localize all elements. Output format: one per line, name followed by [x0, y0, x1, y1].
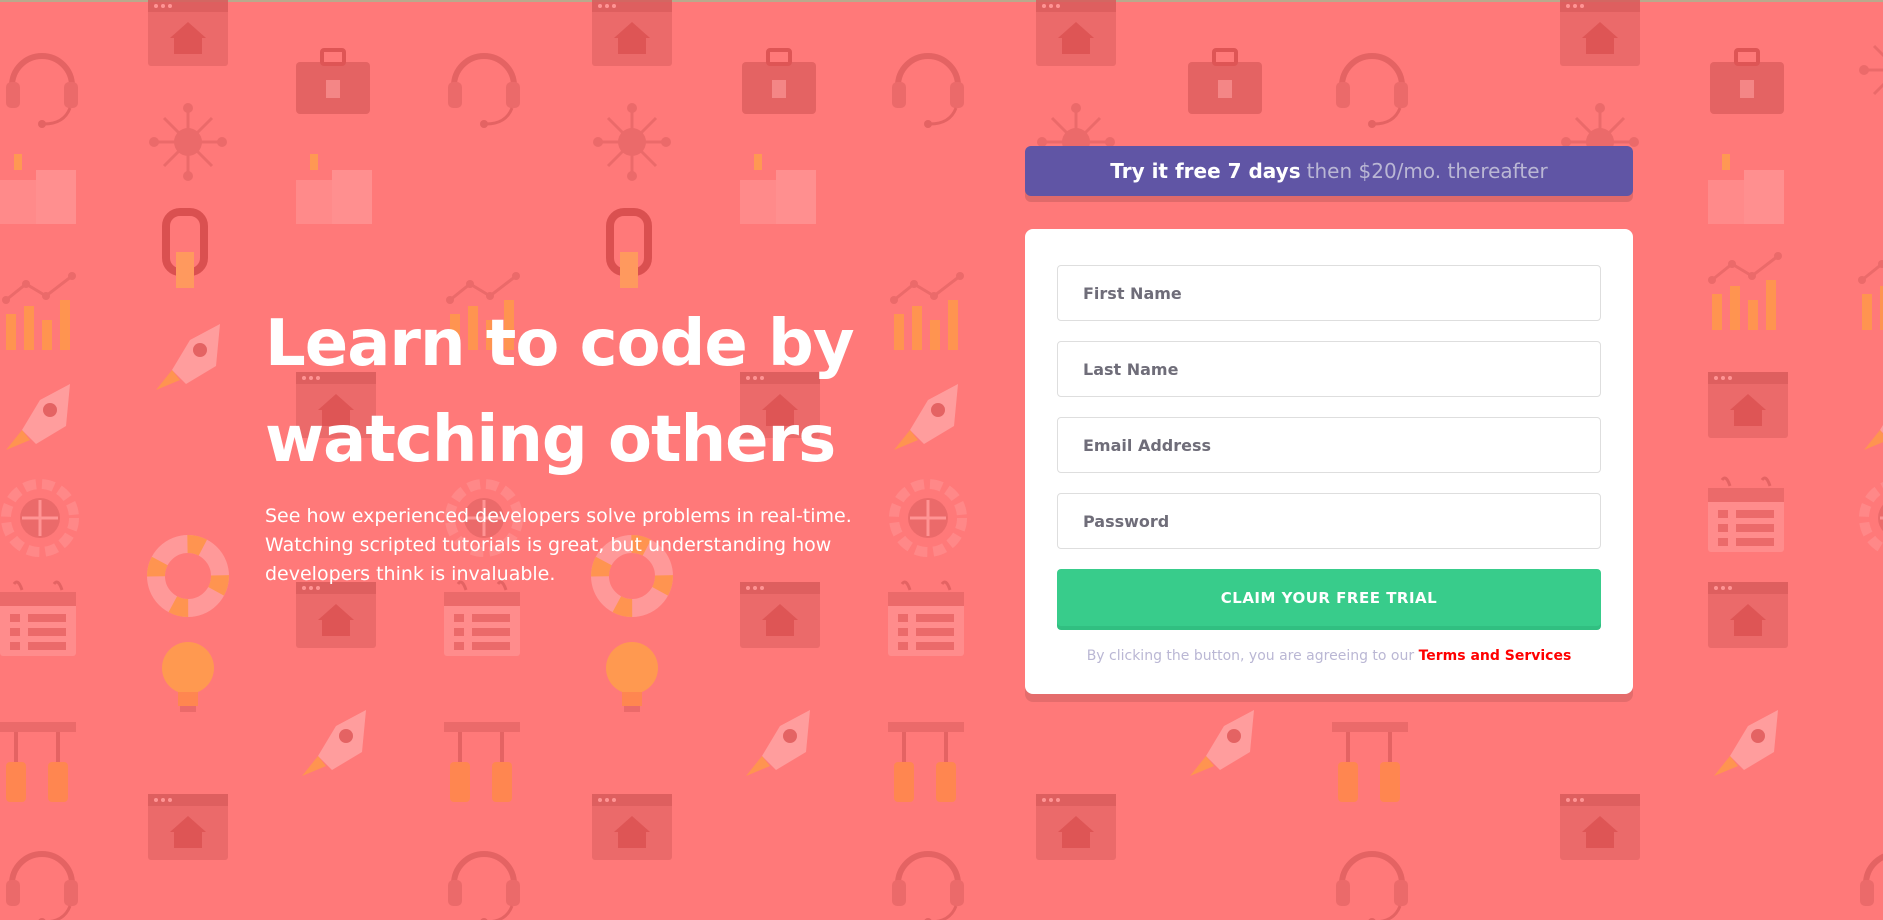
- hero-section: Learn to code by watching others See how…: [265, 296, 885, 589]
- hero-title-line2: watching others: [265, 403, 836, 477]
- terms-notice: By clicking the button, you are agreeing…: [1057, 648, 1601, 664]
- first-name-field[interactable]: [1057, 265, 1601, 321]
- trial-banner: Try it free 7 days then $20/mo. thereaft…: [1025, 146, 1633, 196]
- password-field[interactable]: [1057, 493, 1601, 549]
- trial-banner-text: then $20/mo. thereafter: [1306, 159, 1548, 183]
- trial-banner-bold: Try it free 7 days: [1110, 159, 1301, 183]
- hero-description: See how experienced developers solve pro…: [265, 505, 852, 585]
- claim-free-trial-button[interactable]: Claim your free trial: [1057, 569, 1601, 626]
- terms-prefix: By clicking the button, you are agreeing…: [1086, 648, 1415, 664]
- signup-form: Claim your free trial By clicking the bu…: [1025, 229, 1633, 694]
- hero-title: Learn to code by watching others: [265, 296, 885, 488]
- email-field[interactable]: [1057, 417, 1601, 473]
- last-name-field[interactable]: [1057, 341, 1601, 397]
- hero-title-line1: Learn to code by: [265, 307, 855, 381]
- terms-link[interactable]: Terms and Services: [1419, 648, 1572, 664]
